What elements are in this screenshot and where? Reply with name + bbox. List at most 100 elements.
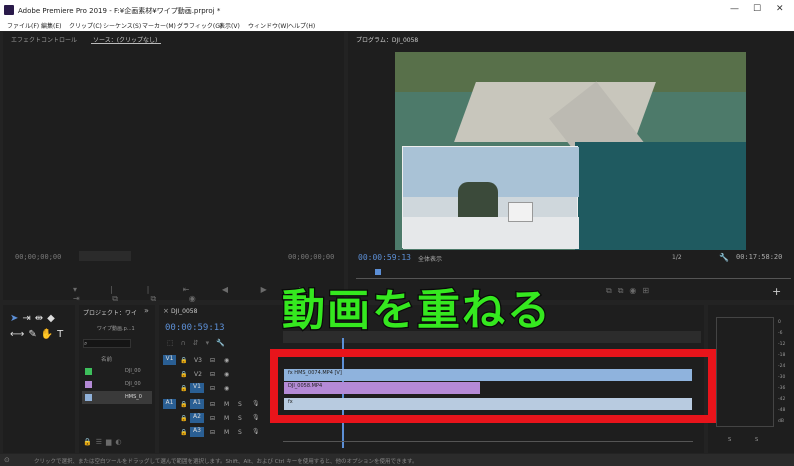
meter-tick: -42 [778,397,786,402]
window-title: Adobe Premiere Pro 2019 - F:¥企画素材¥ワイプ動画.… [18,7,221,15]
tab-sequence[interactable]: DJI_0058 [171,308,197,315]
track-label[interactable]: V1 [190,383,204,393]
meter-tick: 0 [778,320,781,325]
sync-icon[interactable]: ⊟ [210,401,215,408]
lock-icon[interactable]: 🔒 [180,415,187,422]
meter-tick: dB [778,419,784,424]
maximize-button[interactable]: ☐ [753,4,761,14]
overlay-caption-text: 動画を重ねる [281,285,552,338]
search-icon: ⌕ [84,340,88,347]
mute-button[interactable]: M [224,401,229,408]
mic-icon[interactable]: 🎙 [252,400,260,407]
tool-row-1[interactable]: ➤⇥⇹◆ [10,313,59,324]
wipe-table [403,217,579,249]
panel-overflow-icon[interactable]: » [144,306,149,315]
source-patch-v1[interactable]: V1 [163,355,176,365]
close-button[interactable]: ✕ [776,4,784,14]
timeline-timecode[interactable]: 00:00:59:13 [165,323,225,333]
active-tab-indicator [91,43,161,44]
highlight-box [270,349,716,423]
minimize-button[interactable]: — [730,4,739,14]
meter-bars [716,317,774,427]
solo-button[interactable]: S [238,429,242,436]
mute-button[interactable]: M [224,415,229,422]
sync-icon[interactable]: ⊟ [210,385,215,392]
lock-icon[interactable]: 🔒 [180,401,187,408]
menu-sequence[interactable]: シーケンス(S) [103,21,141,30]
project-search-input[interactable]: ⌕ [83,339,131,348]
project-bottom-toolbar[interactable]: 🔒☰▆◐ [83,438,125,446]
premiere-app-icon [4,5,14,15]
label-color-green [85,368,92,375]
selection-tool-icon[interactable]: ➤ [10,313,22,324]
project-item-name[interactable]: DJI_00 [125,368,141,374]
solo-left-button[interactable]: S [728,437,731,443]
source-fit-dropdown[interactable] [79,251,131,261]
timeline-scrollbar[interactable] [283,441,693,442]
menu-file[interactable]: ファイル(F) [7,21,39,30]
eye-icon[interactable]: ◉ [224,357,229,364]
sync-icon[interactable]: ⊟ [210,429,215,436]
program-timecode[interactable]: 00:00:59:13 [358,253,411,262]
meter-tick: -12 [778,342,786,347]
source-timecode-in: 00;00;00;00 [15,253,62,261]
track-label[interactable]: A3 [190,427,204,437]
program-export-controls[interactable]: ⧉⧉◉⊞ [606,286,655,296]
menu-view[interactable]: 表示(V) [219,21,240,30]
solo-button[interactable]: S [238,401,242,408]
lock-icon[interactable]: 🔒 [180,357,187,364]
menu-window[interactable]: ウィンドウ(W) [248,21,289,30]
eye-icon[interactable]: ◉ [224,371,229,378]
track-label[interactable]: V3 [194,357,202,364]
tab-effect-controls[interactable]: エフェクトコントロール [11,35,77,44]
menu-clip[interactable]: クリップ(C) [69,21,102,30]
project-item-name[interactable]: DJI_00 [125,381,141,387]
tab-program[interactable]: プログラム：DJI_0058 [356,35,418,44]
solo-button[interactable]: S [238,415,242,422]
lock-icon[interactable]: 🔒 [180,385,187,392]
playhead-marker[interactable] [375,269,381,275]
mic-icon[interactable]: 🎙 [252,414,260,421]
close-sequence-icon[interactable]: × [163,307,169,315]
label-color-purple [85,381,92,388]
add-button-icon[interactable]: + [772,285,781,298]
mute-button[interactable]: M [224,429,229,436]
meter-tick: -36 [778,386,786,391]
sync-icon[interactable]: ⊟ [210,357,215,364]
product-box [508,202,533,222]
menu-help[interactable]: ヘルプ(H) [288,21,315,30]
eye-icon[interactable]: ◉ [224,385,229,392]
solo-right-button[interactable]: S [755,437,758,443]
sync-icon[interactable]: ⊟ [210,415,215,422]
source-patch-a1[interactable]: A1 [163,399,176,409]
tab-project[interactable]: プロジェクト：ワイ [83,308,137,317]
resolution-dropdown[interactable]: 1/2 [672,254,682,261]
program-fit-dropdown[interactable]: 全体表示 [418,254,460,263]
program-duration: 00:17:58:20 [736,253,783,261]
wrench-icon[interactable]: 🔧 [719,253,729,262]
lock-icon[interactable]: 🔒 [180,429,187,436]
timeline-toolbar[interactable]: ⬚∩⇵▾🔧 [167,339,232,347]
sync-icon[interactable]: ⊟ [210,371,215,378]
status-message: クリックで選択、または空白ツールをドラッグして選んで範囲を選択します。Shift… [34,459,418,465]
audio-meter-panel: 0 -6 -12 -18 -24 -30 -36 -42 -48 dB S S [708,305,794,453]
status-bar: ⊙ クリックで選択、または空白ツールをドラッグして選んで範囲を選択します。Shi… [0,454,794,466]
project-panel: プロジェクト：ワイ » ワイプ動画.p...1 ⌕ 名前 DJI_00 DJI_… [79,305,155,453]
project-item-name[interactable]: HMS_0 [125,394,142,400]
source-timecode-out: 00;00;00;00 [288,253,335,261]
program-panel: プログラム：DJI_0058 00:00:59:13 全体表示 1/2 🔧 00… [348,32,794,300]
program-scrub-bar[interactable] [356,278,791,279]
name-column-header: 名前 [101,357,113,363]
track-label[interactable]: V2 [194,371,202,378]
mic-icon[interactable]: 🎙 [252,428,260,435]
meter-scale: 0 -6 -12 -18 -24 -30 -36 -42 -48 dB [778,317,785,427]
tools-panel: ➤⇥⇹◆ ⟷✎✋T [3,305,75,453]
menu-marker[interactable]: マーカー(M) [142,21,176,30]
menu-edit[interactable]: 編集(E) [41,21,61,30]
track-label[interactable]: A2 [190,413,204,423]
meter-tick: -48 [778,408,786,413]
tool-row-2[interactable]: ⟷✎✋T [10,329,67,340]
track-label[interactable]: A1 [190,399,204,409]
lock-icon[interactable]: 🔒 [180,371,187,378]
menu-graphics[interactable]: グラフィック(G) [177,21,222,30]
